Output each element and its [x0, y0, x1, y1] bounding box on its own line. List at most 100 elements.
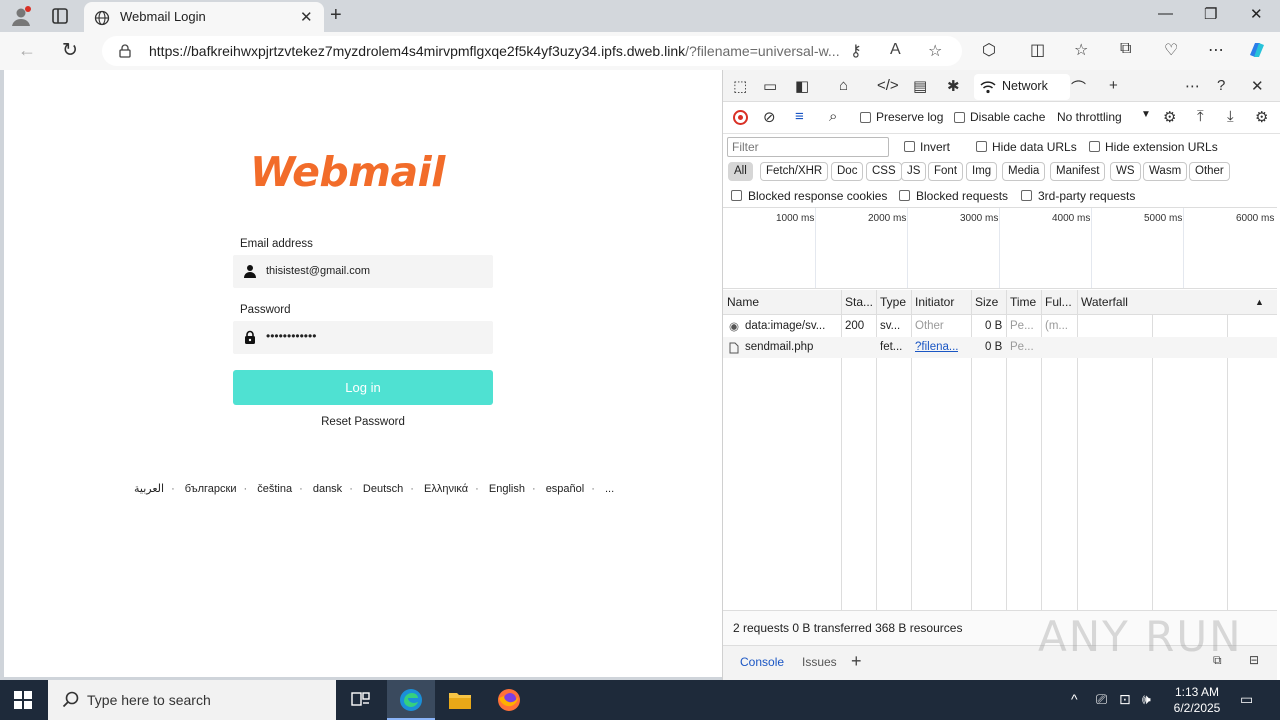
network-conditions-icon[interactable]: ⚙ [1163, 108, 1176, 126]
record-icon[interactable] [733, 110, 748, 125]
url-text[interactable]: https://bafkreihwxpjrtzvtekez7myzdrolem4… [149, 43, 839, 59]
col-name[interactable]: Name [727, 295, 759, 309]
performance-icon[interactable]: ⌒ [1071, 77, 1086, 98]
more-tools-plus-icon[interactable]: + [1109, 77, 1118, 94]
copilot-icon[interactable] [1246, 39, 1268, 61]
password-field[interactable]: •••••••••••• [233, 321, 493, 354]
collections-icon[interactable]: ⧉ [1120, 40, 1131, 58]
close-drawer-icon[interactable]: ⊟ [1249, 653, 1259, 667]
lang-arabic[interactable]: العربية [134, 483, 164, 495]
devtools-more-icon[interactable]: ⋯ [1185, 77, 1200, 95]
tab-network[interactable]: Network [974, 74, 1070, 100]
filter-chip-manifest[interactable]: Manifest [1050, 162, 1106, 181]
add-drawer-tab-icon[interactable]: + [851, 651, 862, 672]
lock-icon[interactable] [118, 44, 132, 58]
key-icon[interactable]: ⚷ [850, 41, 862, 61]
request-initiator-link[interactable]: ?filena... [915, 341, 958, 353]
filter-chip-doc[interactable]: Doc [831, 162, 864, 181]
table-row[interactable]: sendmail.php fet... ?filena... 0 B Pe... [723, 337, 1277, 358]
close-window-icon[interactable]: ✕ [1250, 5, 1263, 23]
task-view-button[interactable] [338, 680, 386, 720]
close-tab-icon[interactable]: ✕ [300, 8, 313, 26]
filter-chip-fetch-xhr[interactable]: Fetch/XHR [760, 162, 829, 181]
device-emulation-icon[interactable]: ▭ [763, 77, 777, 95]
welcome-home-icon[interactable]: ⌂ [839, 77, 848, 94]
show-hidden-icons-icon[interactable]: ^ [1071, 691, 1078, 707]
favorite-star-icon[interactable]: ☆ [928, 41, 942, 61]
chevron-down-icon[interactable]: ▼ [1141, 109, 1151, 120]
sources-bug-icon[interactable]: ✱ [947, 77, 960, 95]
read-aloud-icon[interactable]: A [890, 41, 901, 59]
split-screen-icon[interactable]: ◫ [1030, 40, 1045, 60]
filter-chip-font[interactable]: Font [928, 162, 964, 181]
third-party-requests-checkbox[interactable] [1021, 190, 1032, 201]
volume-icon[interactable]: 🕪 [1142, 691, 1151, 708]
sort-arrow-icon[interactable]: ▲ [1255, 297, 1264, 307]
lang-danish[interactable]: dansk [313, 483, 342, 495]
login-button[interactable]: Log in [233, 370, 493, 405]
restore-icon[interactable]: ❐ [1204, 5, 1217, 23]
taskbar-clock[interactable]: 1:13 AM 6/2/2025 [1160, 684, 1234, 716]
table-row[interactable]: ◉ data:image/sv... 200 sv... Other 0 B P… [723, 316, 1277, 337]
import-har-icon[interactable]: ⤒ [1197, 108, 1204, 125]
col-size[interactable]: Size [975, 295, 998, 309]
filter-chip-img[interactable]: Img [966, 162, 998, 181]
tab-issues[interactable]: Issues [802, 655, 837, 669]
filter-chip-wasm[interactable]: Wasm [1143, 162, 1188, 181]
filter-chip-other[interactable]: Other [1189, 162, 1230, 181]
lang-spanish[interactable]: español [546, 483, 585, 495]
network-status-icon[interactable]: ⎚ [1096, 691, 1107, 708]
taskbar-edge[interactable] [387, 680, 435, 720]
extensions-icon[interactable]: ⬡ [982, 40, 996, 60]
new-tab-icon[interactable]: + [330, 4, 342, 27]
col-status[interactable]: Sta... [845, 295, 873, 309]
tab-console[interactable]: Console [740, 655, 784, 669]
col-initiator[interactable]: Initiator [915, 295, 954, 309]
col-fulfilled[interactable]: Ful... [1045, 295, 1072, 309]
hide-extension-urls-checkbox[interactable] [1089, 141, 1100, 152]
inspect-element-icon[interactable]: ⬚ [733, 77, 747, 95]
col-waterfall[interactable]: Waterfall [1081, 295, 1128, 309]
elements-icon[interactable]: </> [877, 77, 899, 94]
filter-chip-js[interactable]: JS [901, 162, 927, 181]
taskbar-firefox[interactable] [485, 680, 533, 720]
help-icon[interactable]: ? [1217, 77, 1225, 94]
reset-password-link[interactable]: Reset Password [233, 416, 493, 428]
notifications-icon[interactable]: ▭ [1240, 691, 1253, 708]
email-field[interactable]: thisistest@gmail.com [233, 255, 493, 288]
back-icon[interactable]: ← [18, 40, 36, 61]
filter-chip-css[interactable]: CSS [866, 162, 902, 181]
clear-icon[interactable]: ⊘ [763, 108, 776, 126]
network-overview-timeline[interactable]: 1000 ms 2000 ms 3000 ms 4000 ms 5000 ms … [723, 207, 1277, 289]
minimize-icon[interactable]: — [1158, 5, 1173, 22]
network-settings-gear-icon[interactable]: ⚙ [1255, 108, 1268, 126]
throttling-select[interactable]: No throttling [1057, 110, 1122, 124]
hide-data-urls-checkbox[interactable] [976, 141, 987, 152]
lang-bulgarian[interactable]: български [185, 483, 237, 495]
lang-german[interactable]: Deutsch [363, 483, 403, 495]
lang-more[interactable]: ... [605, 483, 614, 495]
filter-chip-ws[interactable]: WS [1110, 162, 1141, 181]
disable-cache-checkbox[interactable] [954, 112, 965, 123]
lang-english[interactable]: English [489, 483, 525, 495]
export-har-icon[interactable]: ⤓ [1227, 108, 1234, 125]
refresh-icon[interactable]: ↻ [62, 39, 78, 62]
blocked-requests-checkbox[interactable] [899, 190, 910, 201]
tab-actions-icon[interactable] [50, 6, 70, 26]
tab-webmail-login[interactable]: Webmail Login ✕ [84, 2, 324, 32]
col-time[interactable]: Time [1010, 295, 1036, 309]
windows-start-icon[interactable] [14, 691, 32, 709]
filter-chip-media[interactable]: Media [1002, 162, 1046, 181]
filter-toggle-icon[interactable]: ≡ [795, 108, 804, 125]
ethernet-icon[interactable]: ⊡ [1119, 691, 1131, 708]
close-devtools-icon[interactable]: ✕ [1251, 77, 1264, 95]
console-icon[interactable]: ▤ [913, 77, 927, 95]
browser-essentials-icon[interactable]: ♡ [1164, 40, 1178, 60]
taskbar-file-explorer[interactable] [436, 680, 484, 720]
more-menu-icon[interactable]: ⋯ [1208, 40, 1224, 60]
address-bar[interactable]: https://bafkreihwxpjrtzvtekez7myzdrolem4… [102, 36, 962, 66]
blocked-response-cookies-checkbox[interactable] [731, 190, 742, 201]
dock-side-icon[interactable]: ◧ [795, 77, 809, 95]
invert-checkbox[interactable] [904, 141, 915, 152]
col-type[interactable]: Type [880, 295, 906, 309]
